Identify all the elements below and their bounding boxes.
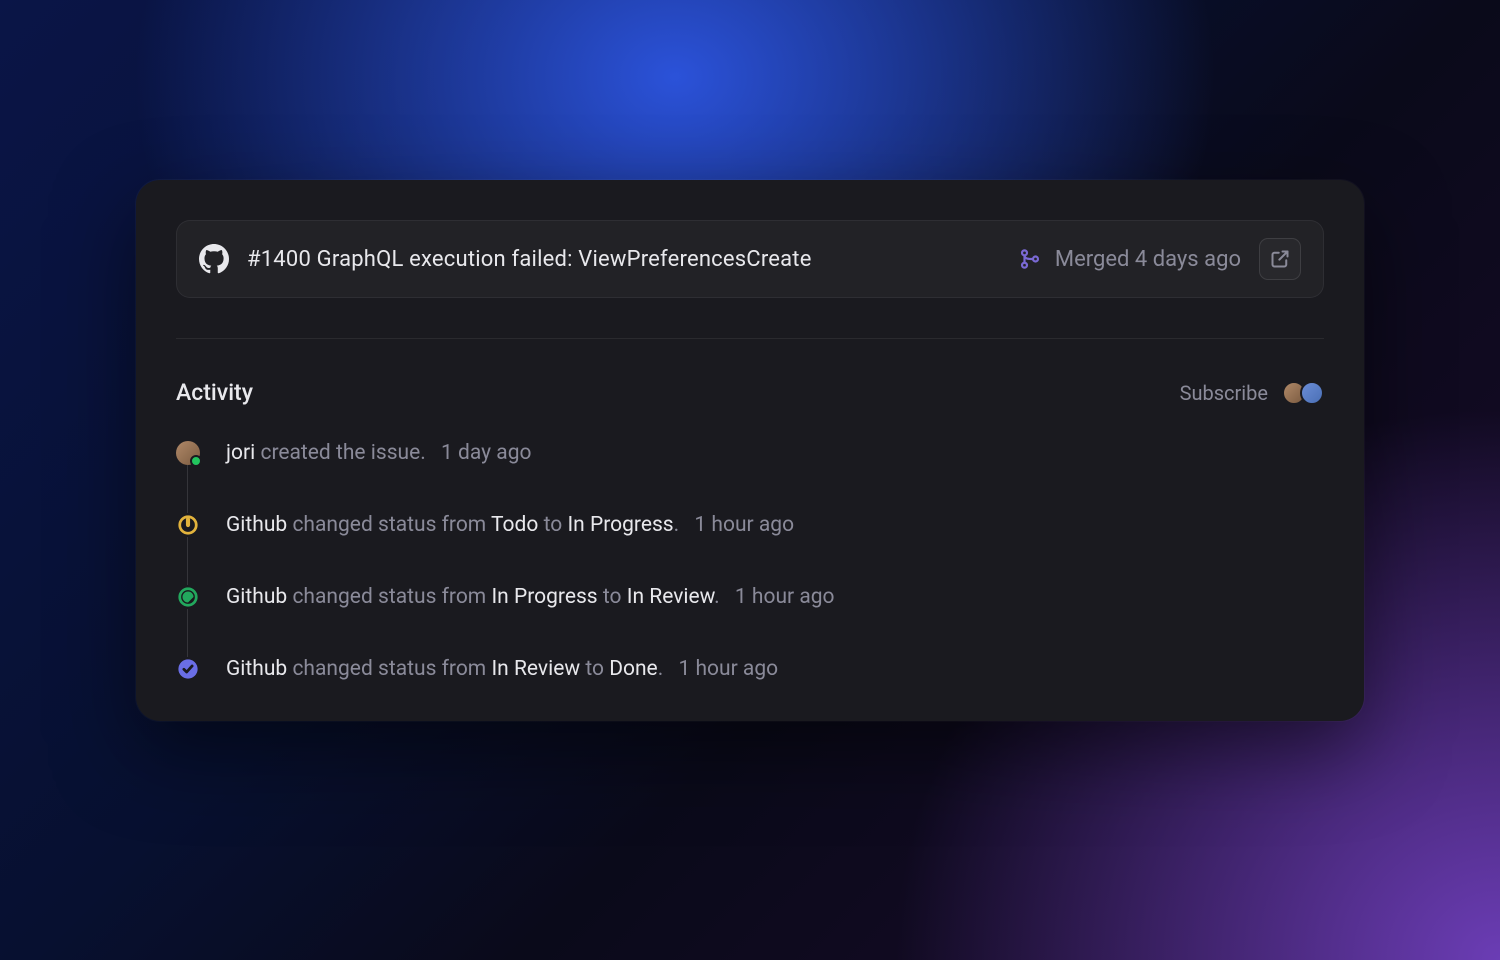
activity-verb: changed status from [292,585,486,609]
merge-status: Merged 4 days ago [1019,247,1241,272]
activity-verb-mid: to [603,585,622,609]
timeline-connector [187,609,188,657]
activity-time: 1 hour ago [694,513,794,537]
timeline-connector [187,465,188,513]
period: . [674,513,680,537]
subscribe-section: Subscribe [1180,381,1324,405]
activity-row: Github changed status from In Review to … [176,657,1324,681]
activity-text: Github changed status from In Progress t… [226,585,835,609]
status-done-icon [176,657,200,681]
activity-heading: Activity [176,379,253,406]
git-merge-icon [1019,248,1041,270]
activity-time: 1 hour ago [735,585,835,609]
actor-name: Github [226,513,287,537]
avatar [176,441,200,465]
activity-verb-mid: to [585,657,604,681]
activity-row: Github changed status from Todo to In Pr… [176,513,1324,537]
actor-name: jori [226,441,255,465]
subscribe-button[interactable]: Subscribe [1180,381,1268,405]
status-progress-icon [176,585,200,609]
activity-header: Activity Subscribe [176,379,1324,406]
activity-text: Github changed status from In Review to … [226,657,778,681]
status-to: In Review [627,585,714,609]
period: . [714,585,720,609]
activity-verb: changed status from [292,513,486,537]
timeline-connector [187,537,188,585]
actor-name: Github [226,657,287,681]
status-from: Todo [491,513,538,537]
issue-card: #1400 GraphQL execution failed: ViewPref… [136,180,1364,721]
activity-verb: created the issue. [260,441,425,465]
github-icon [199,244,229,274]
activity-verb: changed status from [292,657,486,681]
subscriber-avatars[interactable] [1282,381,1324,405]
avatar [1300,381,1324,405]
status-to: Done [609,657,658,681]
status-to: In Progress [567,513,673,537]
status-todo-icon [176,513,200,537]
open-external-button[interactable] [1259,238,1301,280]
activity-time: 1 day ago [441,441,531,465]
status-from: In Progress [491,585,597,609]
status-from: In Review [491,657,580,681]
activity-row: jori created the issue. 1 day ago [176,441,1324,465]
activity-verb-mid: to [544,513,563,537]
activity-text: Github changed status from Todo to In Pr… [226,513,794,537]
pr-banner[interactable]: #1400 GraphQL execution failed: ViewPref… [176,220,1324,298]
pr-title: #1400 GraphQL execution failed: ViewPref… [247,247,1001,272]
merge-label: Merged 4 days ago [1055,247,1241,272]
activity-list: jori created the issue. 1 day ago Github… [176,441,1324,681]
period: . [658,657,664,681]
activity-row: Github changed status from In Progress t… [176,585,1324,609]
divider [176,338,1324,339]
actor-name: Github [226,585,287,609]
activity-text: jori created the issue. 1 day ago [226,441,532,465]
activity-time: 1 hour ago [678,657,778,681]
